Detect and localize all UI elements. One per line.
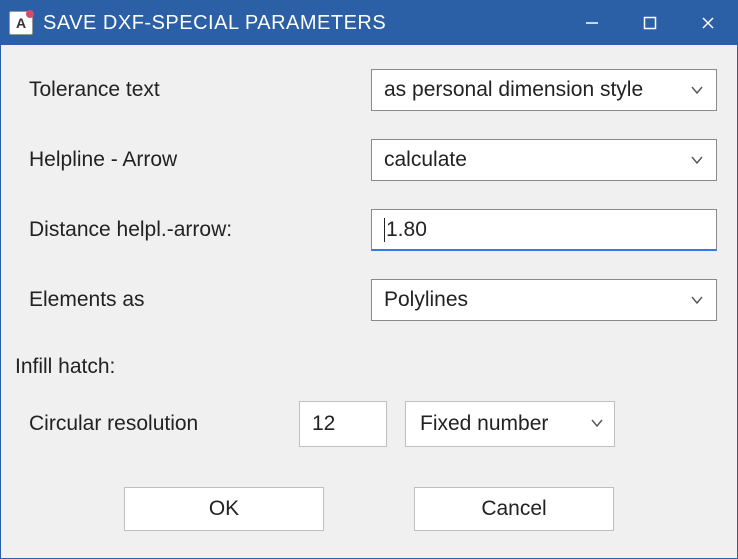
label-elements-as: Elements as <box>21 288 371 312</box>
combo-elements-as-value: Polylines <box>384 288 688 312</box>
text-caret <box>384 218 385 242</box>
input-circular-resolution-count[interactable]: 12 <box>299 401 387 447</box>
label-circular-resolution: Circular resolution <box>29 412 281 436</box>
close-icon <box>701 16 715 30</box>
window-controls <box>563 1 737 45</box>
row-helpline-arrow: Helpline - Arrow calculate <box>21 139 717 181</box>
input-distance-helpl-arrow[interactable]: 1.80 <box>371 209 717 251</box>
cancel-button[interactable]: Cancel <box>414 487 614 531</box>
input-circular-resolution-value: 12 <box>312 412 335 436</box>
ok-button-label: OK <box>209 497 239 521</box>
titlebar: A SAVE DXF-SPECIAL PARAMETERS <box>1 1 737 45</box>
row-elements-as: Elements as Polylines <box>21 279 717 321</box>
label-distance-helpl-arrow: Distance helpl.-arrow: <box>21 218 371 242</box>
row-distance-helpl-arrow: Distance helpl.-arrow: 1.80 <box>21 209 717 251</box>
label-tolerance-text: Tolerance text <box>21 78 371 102</box>
ok-button[interactable]: OK <box>124 487 324 531</box>
row-tolerance-text: Tolerance text as personal dimension sty… <box>21 69 717 111</box>
client-area: Tolerance text as personal dimension sty… <box>1 45 737 558</box>
combo-helpline-arrow-value: calculate <box>384 148 688 172</box>
combo-elements-as[interactable]: Polylines <box>371 279 717 321</box>
chevron-down-icon <box>688 153 706 167</box>
row-circular-resolution: Circular resolution 12 Fixed number <box>21 401 717 447</box>
close-button[interactable] <box>679 1 737 45</box>
chevron-down-icon <box>688 83 706 97</box>
input-distance-value: 1.80 <box>386 218 427 242</box>
minimize-button[interactable] <box>563 1 621 45</box>
minimize-icon <box>585 16 599 30</box>
section-infill-hatch: Infill hatch: <box>15 355 717 379</box>
cancel-button-label: Cancel <box>481 497 546 521</box>
combo-helpline-arrow[interactable]: calculate <box>371 139 717 181</box>
combo-circular-resolution-mode-value: Fixed number <box>420 412 548 436</box>
window-title: SAVE DXF-SPECIAL PARAMETERS <box>43 12 563 35</box>
dialog-window: A SAVE DXF-SPECIAL PARAMETERS Tolerance … <box>0 0 738 559</box>
label-helpline-arrow: Helpline - Arrow <box>21 148 371 172</box>
combo-circular-resolution-mode[interactable]: Fixed number <box>405 401 615 447</box>
maximize-icon <box>643 16 657 30</box>
chevron-down-icon <box>688 293 706 307</box>
app-icon: A <box>9 11 33 35</box>
button-row: OK Cancel <box>21 487 717 531</box>
combo-tolerance-text[interactable]: as personal dimension style <box>371 69 717 111</box>
chevron-down-icon <box>590 412 604 436</box>
maximize-button[interactable] <box>621 1 679 45</box>
app-icon-letter: A <box>16 15 26 31</box>
combo-tolerance-text-value: as personal dimension style <box>384 78 688 102</box>
